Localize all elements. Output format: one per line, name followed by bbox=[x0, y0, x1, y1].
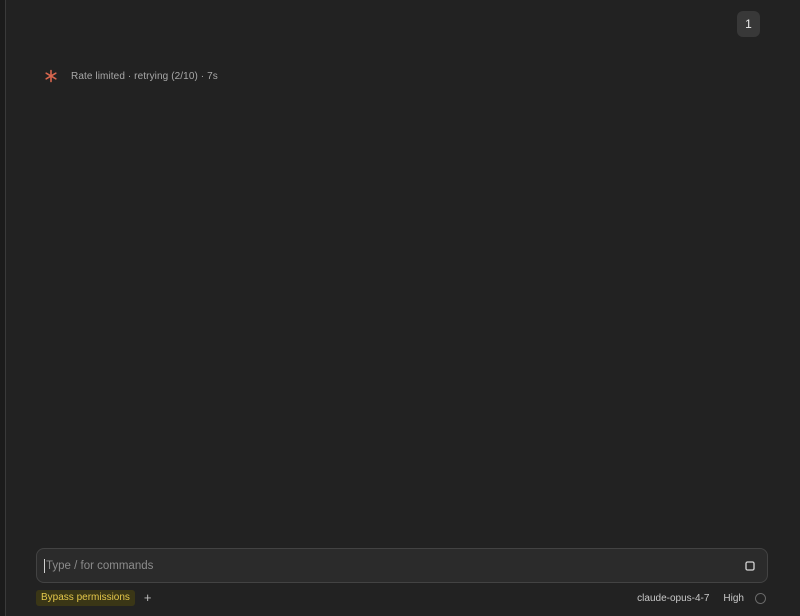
status-text: Rate limited · retrying (2/10) · 7s bbox=[71, 70, 218, 82]
chat-window: 1 Rate limited · retrying (2/10) · 7s By… bbox=[0, 0, 800, 616]
context-ring-icon[interactable] bbox=[755, 592, 766, 604]
rate-limit-status: Rate limited · retrying (2/10) · 7s bbox=[44, 66, 218, 86]
command-input[interactable] bbox=[45, 549, 740, 582]
sidebar-edge bbox=[0, 0, 6, 616]
composer[interactable] bbox=[36, 548, 768, 583]
effort-selector[interactable]: High bbox=[723, 593, 744, 604]
message-count-badge[interactable]: 1 bbox=[737, 11, 760, 37]
model-selector[interactable]: claude-opus-4-7 bbox=[637, 593, 709, 604]
composer-footer: Bypass permissions + claude-opus-4-7 Hig… bbox=[36, 589, 768, 607]
plus-icon[interactable]: + bbox=[144, 590, 152, 606]
spark-icon bbox=[44, 69, 58, 83]
permission-mode-button[interactable]: Bypass permissions bbox=[36, 590, 135, 606]
stop-square-icon[interactable] bbox=[740, 556, 760, 576]
